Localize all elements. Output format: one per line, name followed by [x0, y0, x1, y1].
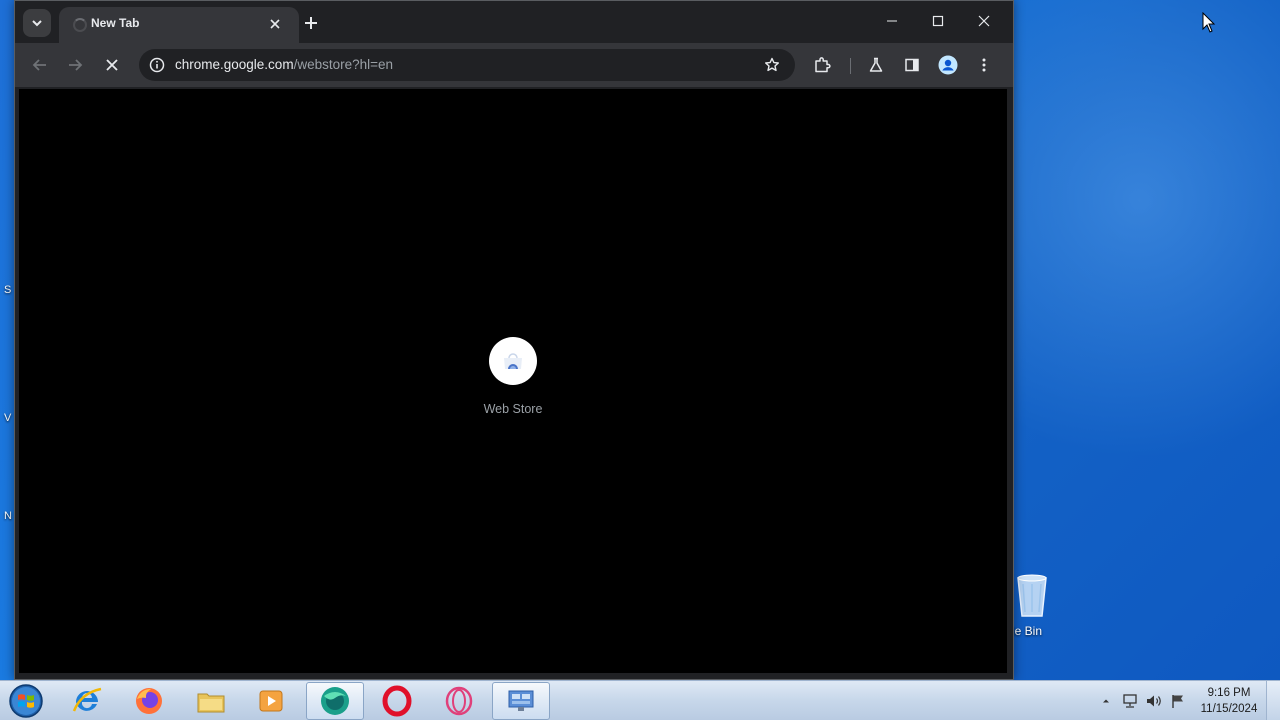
star-icon	[765, 57, 779, 72]
desktop-edge-icons: S V N	[0, 0, 14, 680]
recycle-bin-icon	[1017, 574, 1047, 617]
page-viewport: Web Store	[19, 89, 1007, 673]
chrome-window: New Tab chrome.google.com/webstore?hl=en…	[14, 0, 1014, 680]
taskbar-active-browser[interactable]	[306, 682, 364, 720]
window-close-button[interactable]	[965, 5, 1003, 37]
chevron-up-icon	[1103, 699, 1109, 703]
taskbar-file-explorer[interactable]	[182, 682, 240, 720]
speaker-icon	[1147, 695, 1161, 707]
taskbar-opera-gx[interactable]	[430, 682, 488, 720]
edge-letter: S	[4, 284, 12, 296]
profile-button[interactable]	[933, 50, 963, 80]
windows-start-orb-icon	[9, 684, 43, 718]
tray-action-center[interactable]	[1168, 691, 1188, 711]
edge-letter: N	[4, 510, 12, 522]
taskbar-media-player[interactable]	[242, 682, 300, 720]
side-panel-icon	[905, 58, 919, 72]
loading-spinner-icon	[73, 18, 87, 32]
maximize-icon	[932, 15, 944, 27]
browser-app-icon	[321, 687, 349, 715]
taskbar-firefox[interactable]	[120, 682, 178, 720]
recycle-bin-shortcut[interactable]: le Bin	[1006, 572, 1066, 642]
web-store-icon	[504, 353, 522, 369]
maximize-button[interactable]	[919, 5, 957, 37]
splash-label: Web Store	[483, 402, 543, 416]
browser-toolbar: chrome.google.com/webstore?hl=en	[15, 43, 1013, 87]
internet-explorer-icon	[72, 687, 102, 712]
site-info-button[interactable]	[145, 53, 169, 77]
arrow-right-icon	[69, 59, 83, 71]
taskbar: 9:16 PM 11/15/2024	[0, 680, 1280, 720]
plus-icon	[305, 17, 317, 29]
network-icon	[1123, 694, 1137, 708]
close-icon	[978, 15, 990, 27]
show-hidden-icons-button[interactable]	[1096, 691, 1116, 711]
more-vertical-icon	[982, 58, 986, 72]
minimize-icon	[887, 20, 897, 22]
opera-icon	[382, 685, 412, 717]
recycle-bin-label: le Bin	[1012, 624, 1043, 638]
extensions-button[interactable]	[807, 50, 837, 80]
taskbar-internet-explorer[interactable]	[58, 682, 116, 720]
url-text[interactable]: chrome.google.com/webstore?hl=en	[175, 57, 393, 72]
show-desktop-button[interactable]	[1266, 681, 1280, 720]
edge-letter: V	[4, 412, 12, 424]
taskbar-clock[interactable]: 9:16 PM 11/15/2024	[1190, 685, 1268, 717]
forward-button[interactable]	[60, 50, 90, 80]
back-button[interactable]	[25, 50, 55, 80]
close-icon	[106, 59, 118, 71]
url-host: chrome.google.com	[175, 57, 294, 72]
info-icon	[149, 57, 165, 73]
taskbar-opera[interactable]	[368, 682, 426, 720]
chevron-down-icon	[32, 20, 42, 27]
flask-icon	[869, 57, 883, 72]
arrow-left-icon	[32, 59, 46, 71]
stop-loading-button[interactable]	[97, 50, 127, 80]
url-path: /webstore?hl=en	[293, 57, 394, 72]
tab-title: New Tab	[91, 16, 140, 30]
tray-network[interactable]	[1120, 691, 1140, 711]
tab-close-button[interactable]	[265, 14, 285, 34]
folder-icon	[197, 693, 225, 713]
tray-volume[interactable]	[1144, 691, 1164, 711]
taskbar-network-app[interactable]	[492, 682, 550, 720]
new-tab-button[interactable]	[297, 9, 325, 37]
bookmark-star-button[interactable]	[757, 50, 787, 80]
opera-gx-icon	[445, 686, 473, 716]
side-panel-button[interactable]	[897, 50, 927, 80]
puzzle-piece-icon	[815, 57, 831, 73]
network-monitor-icon	[508, 690, 534, 711]
flag-icon	[1172, 695, 1183, 708]
toolbar-separator	[850, 58, 851, 74]
media-player-icon	[259, 690, 283, 712]
clock-time: 9:16 PM	[1207, 687, 1251, 699]
chrome-menu-button[interactable]	[969, 50, 999, 80]
tab-strip: New Tab	[15, 1, 1013, 43]
chrome-labs-button[interactable]	[861, 50, 891, 80]
avatar-icon	[938, 55, 958, 75]
tab-new-tab[interactable]: New Tab	[59, 7, 299, 43]
mouse-cursor-icon	[1202, 12, 1216, 33]
address-bar[interactable]: chrome.google.com/webstore?hl=en	[139, 49, 795, 81]
close-icon	[270, 19, 280, 29]
tab-search-button[interactable]	[23, 9, 51, 37]
clock-date: 11/15/2024	[1200, 703, 1258, 715]
minimize-button[interactable]	[873, 5, 911, 37]
start-button[interactable]	[6, 682, 46, 720]
web-store-logo	[489, 337, 537, 385]
firefox-icon	[136, 688, 162, 714]
